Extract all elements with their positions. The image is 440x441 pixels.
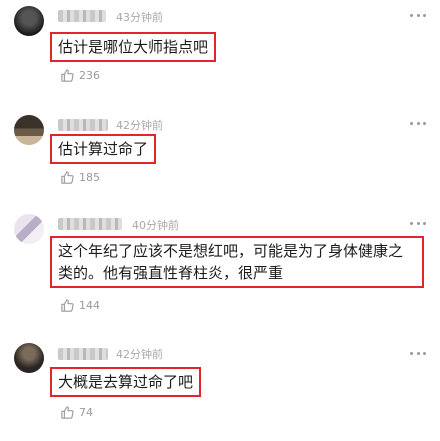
more-dots-icon[interactable] bbox=[410, 222, 426, 226]
avatar[interactable] bbox=[14, 343, 44, 373]
comment-text: 大概是去算过命了吧 bbox=[50, 367, 202, 397]
avatar[interactable] bbox=[14, 214, 44, 244]
like-count: 236 bbox=[79, 69, 100, 82]
like-button[interactable]: 185 bbox=[60, 170, 100, 185]
avatar[interactable] bbox=[14, 6, 44, 36]
timestamp: 40分钟前 bbox=[132, 219, 179, 232]
thumbs-up-icon bbox=[61, 406, 74, 419]
thumbs-up-icon bbox=[61, 171, 74, 184]
timestamp: 42分钟前 bbox=[116, 119, 163, 132]
more-dots-icon[interactable] bbox=[410, 352, 426, 356]
avatar[interactable] bbox=[14, 115, 44, 145]
timestamp: 42分钟前 bbox=[116, 348, 163, 361]
more-dots-icon[interactable] bbox=[410, 14, 426, 18]
comment-text: 估计是哪位大师指点吧 bbox=[50, 32, 217, 62]
comment-text: 估计算过命了 bbox=[50, 134, 157, 164]
username-blurred[interactable] bbox=[58, 348, 108, 360]
thumbs-up-icon bbox=[61, 69, 74, 82]
like-button[interactable]: 144 bbox=[60, 298, 100, 313]
username-blurred[interactable] bbox=[58, 218, 122, 230]
timestamp: 43分钟前 bbox=[116, 11, 163, 24]
username-blurred[interactable] bbox=[58, 10, 106, 22]
username-blurred[interactable] bbox=[58, 119, 108, 131]
like-button[interactable]: 74 bbox=[60, 405, 93, 420]
like-count: 144 bbox=[79, 299, 100, 312]
comment-text: 这个年纪了应该不是想红吧，可能是为了身体健康之类的。他有强直性脊柱炎，很严重 bbox=[50, 236, 424, 288]
like-count: 74 bbox=[79, 406, 93, 419]
thumbs-up-icon bbox=[61, 299, 74, 312]
like-button[interactable]: 236 bbox=[60, 68, 100, 83]
more-dots-icon[interactable] bbox=[410, 122, 426, 126]
like-count: 185 bbox=[79, 171, 100, 184]
